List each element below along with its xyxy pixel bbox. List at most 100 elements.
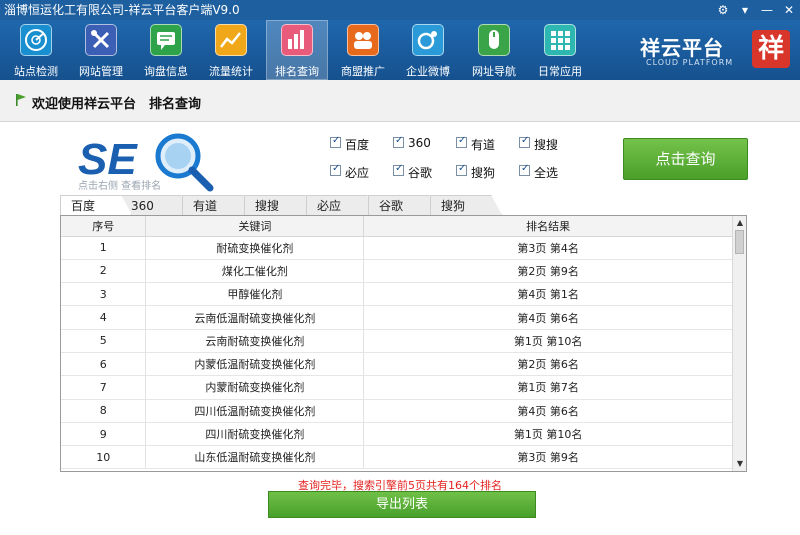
cell-index: 7 (61, 375, 147, 400)
trend-icon (215, 24, 247, 56)
toolbar-label: 询盘信息 (144, 65, 188, 78)
table-row[interactable]: 6 内蒙低温耐硫变换催化剂 第2页 第6名 (61, 352, 733, 377)
tab-baidu[interactable]: 百度 (60, 195, 132, 215)
cell-rank: 第4页 第6名 (363, 399, 733, 423)
table-row[interactable]: 2 煤化工催化剂 第2页 第9名 (61, 259, 733, 284)
handshake-icon (347, 24, 379, 56)
page-header: 欢迎使用祥云平台 排名查询 (0, 80, 800, 122)
skin-icon[interactable]: ⚙ (712, 0, 734, 20)
checkbox-bing[interactable]: 必应 (330, 163, 390, 180)
checkbox-box[interactable] (519, 135, 530, 148)
cell-keyword: 内蒙低温耐硫变换催化剂 (145, 352, 365, 377)
checkbox-select-all[interactable]: 全选 (519, 163, 579, 180)
checkbox-soso[interactable]: 搜搜 (519, 135, 579, 152)
checkbox-label: 360 (408, 136, 431, 150)
column-header-keyword[interactable]: 关键词 (145, 216, 365, 237)
cell-rank: 第3页 第9名 (363, 445, 733, 470)
cell-keyword: 四川低温耐硫变换催化剂 (145, 399, 365, 423)
seo-logo-subtitle: 点击右侧 查看排名 (78, 181, 162, 192)
page-title: 欢迎使用祥云平台 排名查询 (32, 97, 202, 112)
cell-rank: 第3页 第4名 (363, 236, 733, 260)
column-header-rank[interactable]: 排名结果 (363, 216, 733, 237)
minimize-button[interactable]: — (756, 0, 778, 20)
bar-chart-icon (281, 24, 313, 56)
checkbox-label: 必应 (345, 166, 370, 180)
table-row[interactable]: 8 四川低温耐硫变换催化剂 第4页 第6名 (61, 399, 733, 423)
brand-seal: 祥 (752, 30, 790, 68)
checkbox-box[interactable] (393, 163, 404, 176)
checkbox-box[interactable] (330, 163, 341, 176)
tab-bing[interactable]: 必应 (306, 195, 378, 215)
results-table: 序号 关键词 排名结果 1 耐硫变换催化剂 第3页 第4名 2 煤化工催化剂 第2页 第… (60, 215, 747, 472)
cell-index: 4 (61, 305, 147, 330)
close-button[interactable]: ✕ (778, 0, 800, 20)
tab-sogou[interactable]: 搜狗 (430, 195, 502, 215)
scroll-down-icon[interactable]: ▼ (733, 457, 746, 471)
toolbar-item-alliance[interactable]: 商盟推广 (332, 20, 394, 80)
cell-rank: 第2页 第9名 (363, 259, 733, 284)
cell-keyword: 内蒙耐硫变换催化剂 (145, 375, 365, 400)
toolbar-item-weibo[interactable]: 企业微博 (397, 20, 459, 80)
toolbar-item-site-check[interactable]: 站点检测 (5, 20, 67, 80)
cell-index: 3 (61, 282, 147, 307)
toolbar-item-ranking[interactable]: 排名查询 (266, 20, 328, 80)
cell-keyword: 四川耐硫变换催化剂 (145, 422, 365, 447)
table-row[interactable]: 9 四川耐硫变换催化剂 第1页 第10名 (61, 422, 733, 447)
table-row[interactable]: 5 云南耐硫变换催化剂 第1页 第10名 (61, 329, 733, 353)
checkbox-box[interactable] (330, 135, 341, 148)
checkbox-box[interactable] (456, 135, 467, 148)
window-titlebar: 淄博恒运化工有限公司-祥云平台客户端V9.0 ⚙ ▾ — ✕ (0, 0, 800, 20)
checkbox-label: 有道 (471, 138, 496, 152)
brand-name: 祥云平台 (640, 36, 724, 60)
cell-rank: 第1页 第10名 (363, 422, 733, 447)
table-row[interactable]: 1 耐硫变换催化剂 第3页 第4名 (61, 236, 733, 260)
tab-youdao[interactable]: 有道 (182, 195, 254, 215)
table-row[interactable]: 4 云南低温耐硫变换催化剂 第4页 第6名 (61, 305, 733, 330)
toolbar-label: 网站管理 (79, 65, 123, 78)
checkbox-box[interactable] (393, 135, 404, 148)
checkbox-label: 搜搜 (534, 138, 559, 152)
grid-icon (544, 24, 576, 56)
toolbar-item-nav[interactable]: 网址导航 (463, 20, 525, 80)
table-row[interactable]: 3 甲醇催化剂 第4页 第1名 (61, 282, 733, 307)
toolbar-item-inquiry[interactable]: 询盘信息 (135, 20, 197, 80)
toolbar-item-site-manage[interactable]: 网站管理 (70, 20, 132, 80)
checkbox-google[interactable]: 谷歌 (393, 163, 453, 180)
checkbox-sogou[interactable]: 搜狗 (456, 163, 516, 180)
flag-icon (16, 94, 26, 106)
table-row[interactable]: 10 山东低温耐硫变换催化剂 第3页 第9名 (61, 445, 733, 470)
menu-dropdown-icon[interactable]: ▾ (734, 0, 756, 20)
cell-rank: 第4页 第6名 (363, 305, 733, 330)
toolbar-label: 流量统计 (209, 65, 253, 78)
brand-logo: 祥云平台 CLOUD PLATFORM 祥 (640, 30, 790, 72)
table-row[interactable]: 7 内蒙耐硫变换催化剂 第1页 第7名 (61, 375, 733, 400)
tab-google[interactable]: 谷歌 (368, 195, 440, 215)
export-list-button[interactable]: 导出列表 (268, 491, 536, 518)
toolbar-item-traffic[interactable]: 流量统计 (200, 20, 262, 80)
checkbox-label: 百度 (345, 138, 370, 152)
query-button[interactable]: 点击查询 (623, 138, 748, 180)
checkbox-360[interactable]: 360 (393, 135, 453, 151)
message-icon (150, 24, 182, 56)
toolbar-item-daily-apps[interactable]: 日常应用 (529, 20, 591, 80)
weibo-icon (412, 24, 444, 56)
checkbox-youdao[interactable]: 有道 (456, 135, 516, 152)
tab-soso[interactable]: 搜搜 (244, 195, 316, 215)
toolbar-label: 企业微博 (406, 65, 450, 78)
table-scrollbar[interactable]: ▲ ▼ (732, 216, 746, 471)
table-header-row: 序号 关键词 排名结果 (61, 216, 733, 237)
scroll-up-icon[interactable]: ▲ (733, 216, 746, 230)
checkbox-baidu[interactable]: 百度 (330, 135, 390, 152)
column-header-index[interactable]: 序号 (61, 216, 147, 237)
tab-360[interactable]: 360 (120, 195, 192, 215)
cell-keyword: 耐硫变换催化剂 (145, 236, 365, 260)
checkbox-box[interactable] (456, 163, 467, 176)
radar-icon (20, 24, 52, 56)
cell-rank: 第4页 第1名 (363, 282, 733, 307)
checkbox-box[interactable] (519, 163, 530, 176)
cell-index: 2 (61, 259, 147, 284)
scroll-thumb[interactable] (735, 230, 744, 254)
cell-keyword: 甲醇催化剂 (145, 282, 365, 307)
toolbar-label: 站点检测 (14, 65, 58, 78)
engine-tabs: 百度 360 有道 搜搜 必应 谷歌 搜狗 (60, 195, 720, 215)
